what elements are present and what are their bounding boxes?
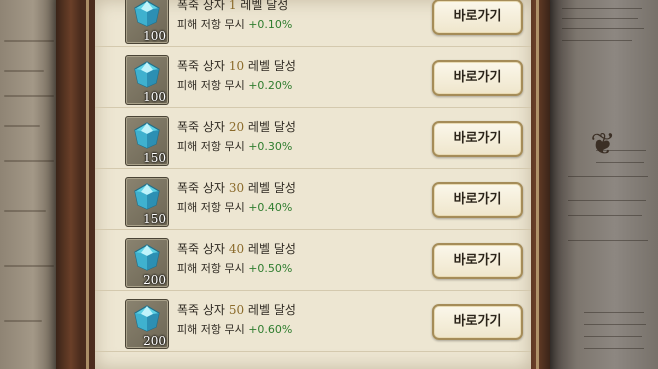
reward-quantity: 150	[143, 151, 166, 165]
bonus-label: 피해 저항 무시	[177, 323, 245, 336]
frame-trim-right	[536, 0, 539, 369]
background-book-page-left	[0, 0, 60, 369]
mission-title-prefix: 폭죽 상자	[177, 120, 225, 134]
reward-quantity: 100	[143, 29, 166, 43]
mission-level: 40	[228, 242, 245, 256]
reward-item[interactable]: 150	[125, 177, 169, 227]
mission-bonus: 피해 저항 무시 +0.40%	[177, 199, 292, 215]
reward-item[interactable]: 150	[125, 116, 169, 166]
mission-title: 폭죽 상자 30 레벨 달성	[177, 179, 296, 196]
mission-title-suffix: 레벨 달성	[247, 59, 296, 73]
mission-title-prefix: 폭죽 상자	[177, 0, 225, 12]
reward-item[interactable]: 200	[125, 238, 169, 288]
mission-title: 폭죽 상자 1 레벨 달성	[177, 0, 288, 13]
decorative-drop-cap: ❦	[590, 127, 616, 162]
mission-title-suffix: 레벨 달성	[247, 303, 296, 317]
bonus-value: +0.30%	[248, 140, 293, 153]
mission-title-suffix: 레벨 달성	[247, 181, 296, 195]
reward-item[interactable]: 100	[125, 55, 169, 105]
mission-title-suffix: 레벨 달성	[247, 120, 296, 134]
bonus-value: +0.50%	[248, 262, 293, 275]
mission-title-suffix: 레벨 달성	[247, 242, 296, 256]
mission-level: 10	[228, 59, 245, 73]
bonus-value: +0.20%	[248, 79, 293, 92]
mission-title-prefix: 폭죽 상자	[177, 59, 225, 73]
mission-row: 150 폭죽 상자 20 레벨 달성 피해 저항 무시 +0.30% 바로가기	[95, 108, 531, 169]
bonus-value: +0.60%	[248, 323, 293, 336]
mission-title: 폭죽 상자 40 레벨 달성	[177, 240, 296, 257]
mission-row: 100 폭죽 상자 10 레벨 달성 피해 저항 무시 +0.20% 바로가기	[95, 47, 531, 108]
bonus-label: 피해 저항 무시	[177, 140, 245, 153]
mission-title: 폭죽 상자 50 레벨 달성	[177, 301, 296, 318]
reward-item[interactable]: 200	[125, 299, 169, 349]
go-to-button[interactable]: 바로가기	[432, 0, 523, 35]
bonus-label: 피해 저항 무시	[177, 18, 245, 31]
mission-title: 폭죽 상자 20 레벨 달성	[177, 118, 296, 135]
mission-row: 150 폭죽 상자 30 레벨 달성 피해 저항 무시 +0.40% 바로가기	[95, 169, 531, 230]
bonus-value: +0.10%	[248, 18, 293, 31]
mission-bonus: 피해 저항 무시 +0.30%	[177, 138, 292, 154]
mission-list[interactable]: 100 폭죽 상자 1 레벨 달성 피해 저항 무시 +0.10% 바로가기 100 폭죽…	[95, 0, 531, 369]
frame-trim-left	[86, 0, 89, 369]
mission-bonus: 피해 저항 무시 +0.20%	[177, 77, 292, 93]
mission-title: 폭죽 상자 10 레벨 달성	[177, 57, 296, 74]
bonus-label: 피해 저항 무시	[177, 201, 245, 214]
reward-item[interactable]: 100	[125, 0, 169, 44]
go-to-button[interactable]: 바로가기	[432, 182, 523, 218]
mission-title-suffix: 레벨 달성	[240, 0, 289, 12]
go-to-button[interactable]: 바로가기	[432, 304, 523, 340]
mission-level: 1	[228, 0, 237, 12]
mission-bonus: 피해 저항 무시 +0.50%	[177, 260, 292, 276]
mission-bonus: 피해 저항 무시 +0.10%	[177, 16, 292, 32]
go-to-button[interactable]: 바로가기	[432, 243, 523, 279]
mission-level: 20	[228, 120, 245, 134]
bonus-value: +0.40%	[248, 201, 293, 214]
mission-title-prefix: 폭죽 상자	[177, 303, 225, 317]
mission-title-prefix: 폭죽 상자	[177, 242, 225, 256]
reward-quantity: 100	[143, 90, 166, 104]
mission-row: 200 폭죽 상자 50 레벨 달성 피해 저항 무시 +0.60% 바로가기	[95, 291, 531, 352]
bonus-label: 피해 저항 무시	[177, 79, 245, 92]
mission-bonus: 피해 저항 무시 +0.60%	[177, 321, 292, 337]
mission-row: 100 폭죽 상자 1 레벨 달성피해 저항 무시 +0.10% 바로가기	[95, 0, 531, 47]
background-book-page-right	[550, 0, 658, 369]
bonus-label: 피해 저항 무시	[177, 262, 245, 275]
mission-level: 50	[228, 303, 245, 317]
reward-quantity: 150	[143, 212, 166, 226]
mission-title-prefix: 폭죽 상자	[177, 181, 225, 195]
mission-level: 30	[228, 181, 245, 195]
go-to-button[interactable]: 바로가기	[432, 60, 523, 96]
mission-row: 200 폭죽 상자 40 레벨 달성 피해 저항 무시 +0.50% 바로가기	[95, 230, 531, 291]
reward-quantity: 200	[143, 273, 166, 287]
go-to-button[interactable]: 바로가기	[432, 121, 523, 157]
reward-quantity: 200	[143, 334, 166, 348]
